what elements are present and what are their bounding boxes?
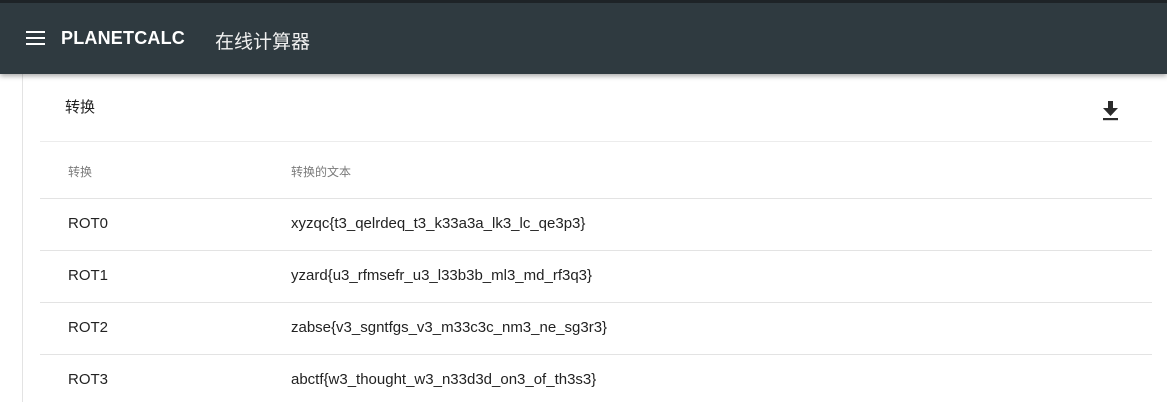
brand-logo-text[interactable]: PLANETCALC [61, 28, 185, 49]
hamburger-menu-icon[interactable] [26, 31, 45, 45]
card-header-divider [40, 141, 1152, 142]
card-title: 转换 [65, 99, 96, 116]
table-row: ROT2 zabse{v3_sgntfgs_v3_m33c3c_nm3_ne_s… [40, 302, 1152, 354]
row-transform-name: ROT3 [68, 371, 109, 388]
row-transformed-text: yzard{u3_rfmsefr_u3_l33b3b_ml3_md_rf3q3} [291, 267, 593, 284]
download-icon[interactable] [1102, 101, 1119, 121]
column-header-transform: 转换 [68, 165, 93, 179]
table-row: ROT1 yzard{u3_rfmsefr_u3_l33b3b_ml3_md_r… [40, 250, 1152, 302]
row-transformed-text: zabse{v3_sgntfgs_v3_m33c3c_nm3_ne_sg3r3} [291, 319, 608, 336]
row-transform-name: ROT1 [68, 267, 109, 284]
download-icon-glyph [1103, 101, 1118, 121]
result-card: 转换 转换 转换的文本 ROT0 xyzqc{t3_qelrdeq_t3_k33… [40, 74, 1152, 402]
row-transformed-text: xyzqc{t3_qelrdeq_t3_k33a3a_lk3_lc_qe3p3} [291, 215, 586, 232]
top-app-bar: PLANETCALC 在线计算器 [0, 0, 1167, 74]
row-transformed-text: abctf{w3_thought_w3_n33d3d_on3_of_th3s3} [291, 371, 597, 388]
table-row: ROT3 abctf{w3_thought_w3_n33d3d_on3_of_t… [40, 354, 1152, 406]
column-header-transformed-text: 转换的文本 [291, 165, 352, 179]
site-subtitle: 在线计算器 [215, 32, 311, 53]
results-table-body: ROT0 xyzqc{t3_qelrdeq_t3_k33a3a_lk3_lc_q… [40, 198, 1152, 406]
row-transform-name: ROT0 [68, 215, 109, 232]
table-row: ROT0 xyzqc{t3_qelrdeq_t3_k33a3a_lk3_lc_q… [40, 198, 1152, 250]
left-divider [22, 74, 23, 402]
row-transform-name: ROT2 [68, 319, 109, 336]
